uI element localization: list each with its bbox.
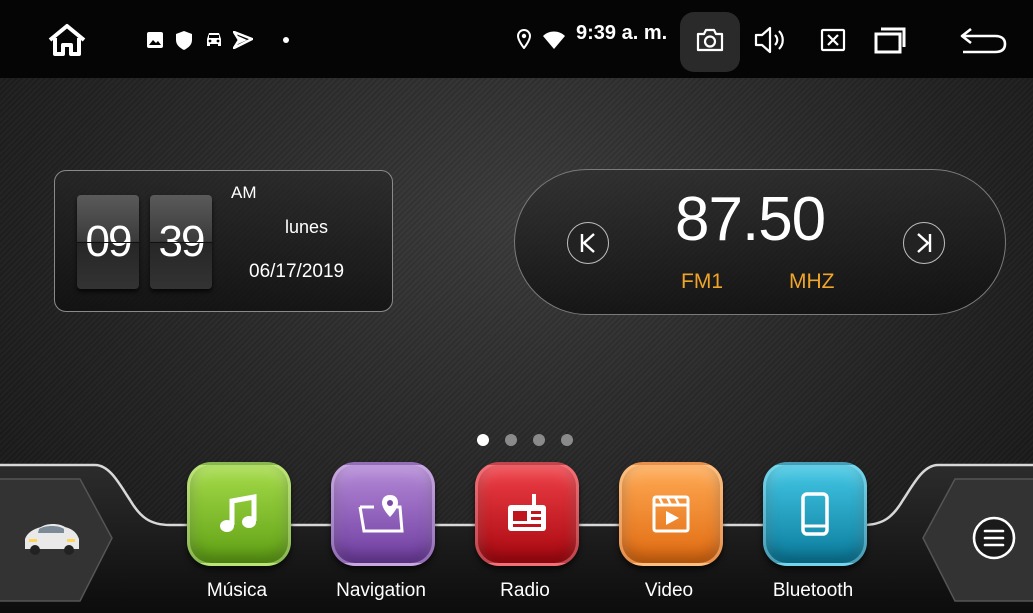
app-musica-button[interactable] xyxy=(187,462,291,566)
location-arrow-icon xyxy=(232,30,254,50)
skip-previous-icon xyxy=(580,233,595,253)
skip-next-icon xyxy=(917,233,932,253)
clock-date: 06/17/2019 xyxy=(249,261,345,282)
volume-icon[interactable] xyxy=(752,24,788,56)
radio-frequency: 87.50 xyxy=(675,185,826,254)
app-musica-label: Música xyxy=(206,580,268,601)
hour-flip-card: 09 xyxy=(77,195,139,289)
car-icon xyxy=(204,31,224,49)
app-video-label: Video xyxy=(644,580,694,601)
image-icon xyxy=(146,31,164,49)
radio-widget[interactable]: 87.50 FM1 MHZ xyxy=(514,169,1006,315)
app-navigation-label: Navigation xyxy=(336,580,426,601)
location-pin-icon xyxy=(516,28,532,50)
app-bluetooth-button[interactable] xyxy=(763,462,867,566)
page-dot-1[interactable] xyxy=(477,434,489,446)
page-dot-3[interactable] xyxy=(533,434,545,446)
app-radio-button[interactable] xyxy=(475,462,579,566)
page-dot-2[interactable] xyxy=(505,434,517,446)
menu-button[interactable] xyxy=(970,514,1018,562)
app-video-button[interactable] xyxy=(619,462,723,566)
back-icon[interactable] xyxy=(956,24,1010,56)
home-icon[interactable] xyxy=(44,22,90,58)
close-box-icon[interactable] xyxy=(818,26,848,54)
status-time: 9:39 a. m. xyxy=(576,22,668,44)
radio-icon xyxy=(508,494,546,531)
dot-icon xyxy=(282,36,290,44)
previous-station-button[interactable] xyxy=(567,222,609,264)
app-radio-label: Radio xyxy=(500,580,550,601)
app-bluetooth-label: Bluetooth xyxy=(772,580,854,601)
phone-icon xyxy=(801,492,829,536)
clock-minute: 39 xyxy=(158,217,206,266)
camera-icon[interactable] xyxy=(694,26,726,54)
radio-unit: MHZ xyxy=(789,270,835,293)
map-pin-icon xyxy=(358,495,404,533)
app-navigation-button[interactable] xyxy=(331,462,435,566)
radio-band: FM1 xyxy=(681,270,723,293)
clock-ampm: AM xyxy=(231,183,257,202)
video-icon xyxy=(652,495,690,533)
minute-flip-card: 39 xyxy=(150,195,212,289)
clock-weekday: lunes xyxy=(285,217,329,237)
wifi-icon xyxy=(542,30,566,50)
page-dot-4[interactable] xyxy=(561,434,573,446)
music-note-icon xyxy=(220,494,257,532)
car-button[interactable] xyxy=(16,515,86,559)
recent-apps-icon[interactable] xyxy=(872,24,908,56)
clock-widget[interactable]: 09 39 AM lunes 06/17/2019 xyxy=(54,170,393,312)
status-bar: 9:39 a. m. xyxy=(0,0,1033,78)
menu-icon xyxy=(972,516,1016,560)
shield-icon xyxy=(174,30,194,50)
next-station-button[interactable] xyxy=(903,222,945,264)
car-icon xyxy=(25,524,79,555)
clock-hour: 09 xyxy=(85,217,133,266)
